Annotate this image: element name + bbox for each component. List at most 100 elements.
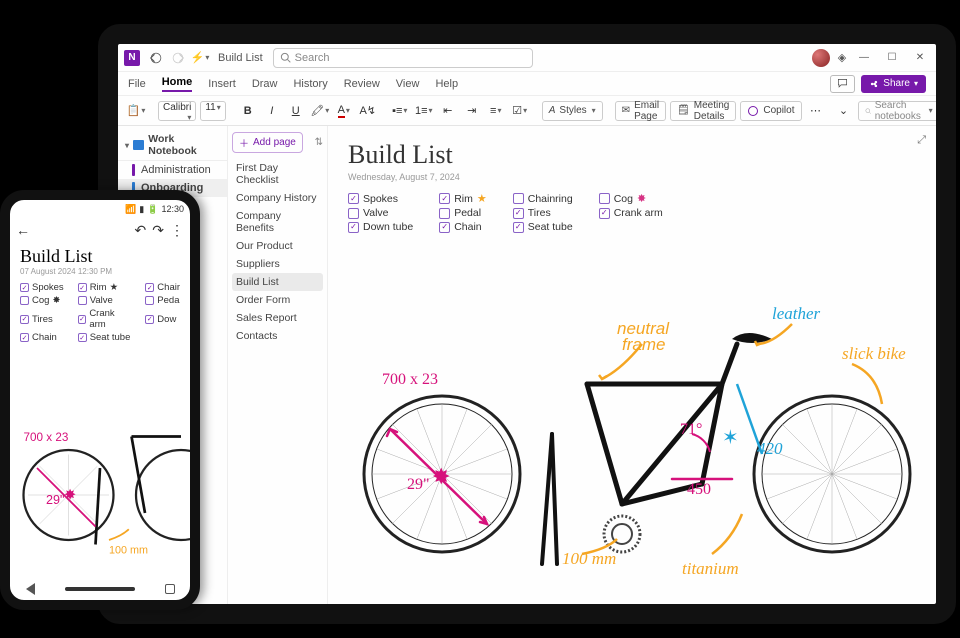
page-item[interactable]: Contacts xyxy=(232,327,323,345)
check-item[interactable]: Chain xyxy=(439,221,487,233)
expand-icon[interactable]: ⤢ xyxy=(917,134,926,147)
checkbox-icon[interactable] xyxy=(78,296,87,305)
checkbox-icon[interactable] xyxy=(599,208,610,219)
font-color-button[interactable]: A▾ xyxy=(334,101,354,121)
check-item[interactable]: Seat tube xyxy=(513,221,573,233)
styles-button[interactable]: AStyles▾ xyxy=(542,101,603,121)
check-item[interactable]: Rim★ xyxy=(78,282,132,293)
check-item[interactable]: Valve xyxy=(348,207,413,219)
checkbox-icon[interactable] xyxy=(348,222,359,233)
menu-home[interactable]: Home xyxy=(162,76,193,92)
checkbox-icon[interactable] xyxy=(513,208,524,219)
checkbox-icon[interactable] xyxy=(599,193,610,204)
checkbox-icon[interactable] xyxy=(439,208,450,219)
checkbox-icon[interactable] xyxy=(439,222,450,233)
nav-recent-icon[interactable] xyxy=(165,584,175,594)
checkbox-icon[interactable] xyxy=(348,208,359,219)
meeting-details-button[interactable]: 🗒 Meeting Details xyxy=(670,101,736,121)
diamond-icon[interactable]: ◈ xyxy=(834,50,850,66)
checkbox-icon[interactable] xyxy=(20,333,29,342)
page-item[interactable]: First Day Checklist xyxy=(232,159,323,189)
overflow-button[interactable]: ⋯ xyxy=(806,101,826,121)
checkbox-icon[interactable] xyxy=(20,315,29,324)
email-page-button[interactable]: ✉ Email Page xyxy=(615,101,666,121)
checkbox-icon[interactable] xyxy=(439,193,450,204)
page-item[interactable]: Our Product xyxy=(232,237,323,255)
checkbox-icon[interactable] xyxy=(78,283,87,292)
check-item[interactable]: Spokes xyxy=(20,282,64,293)
checkbox-icon[interactable] xyxy=(20,283,29,292)
check-item[interactable]: Dow xyxy=(145,308,180,330)
page-item[interactable]: Sales Report xyxy=(232,309,323,327)
check-item[interactable]: Seat tube xyxy=(78,332,132,343)
check-item[interactable]: Cog✸ xyxy=(20,295,64,306)
highlight-button[interactable]: 🖍▾ xyxy=(310,101,330,121)
search-notebooks[interactable]: Search notebooks ▾ xyxy=(858,101,940,121)
menu-review[interactable]: Review xyxy=(344,78,380,90)
minimize-button[interactable]: — xyxy=(850,44,878,71)
check-item[interactable]: Valve xyxy=(78,295,132,306)
menu-history[interactable]: History xyxy=(293,78,327,90)
search-box[interactable]: Search xyxy=(273,48,533,68)
size-combo[interactable]: 11▾ xyxy=(200,101,225,121)
checkbox-icon[interactable] xyxy=(78,333,87,342)
page-canvas[interactable]: ⤢ Build List Wednesday, August 7, 2024 S… xyxy=(328,126,936,604)
undo-icon[interactable]: ↶ xyxy=(135,222,147,239)
forward-icon[interactable] xyxy=(170,50,186,66)
clear-format-button[interactable]: A↯ xyxy=(358,101,378,121)
page-item[interactable]: Company Benefits xyxy=(232,207,323,237)
check-item[interactable]: Cog✸ xyxy=(599,192,663,205)
page-item[interactable]: Suppliers xyxy=(232,255,323,273)
share-button[interactable]: Share ▾ xyxy=(861,75,926,93)
checkbox-icon[interactable] xyxy=(513,193,524,204)
checkbox-icon[interactable] xyxy=(145,296,154,305)
menu-file[interactable]: File xyxy=(128,78,146,90)
underline-button[interactable]: U xyxy=(286,101,306,121)
bold-button[interactable]: B xyxy=(238,101,258,121)
redo-icon[interactable]: ↷ xyxy=(152,222,164,239)
font-combo[interactable]: Calibri▾ xyxy=(158,101,196,121)
menu-draw[interactable]: Draw xyxy=(252,78,278,90)
nav-back-icon[interactable] xyxy=(26,583,35,595)
check-item[interactable]: Down tube xyxy=(348,221,413,233)
indent-button[interactable]: ⇥ xyxy=(462,101,482,121)
outdent-button[interactable]: ⇤ xyxy=(438,101,458,121)
checkbox-icon[interactable] xyxy=(78,315,87,324)
check-item[interactable]: Rim★ xyxy=(439,192,487,205)
bullets-button[interactable]: ▪≡▾ xyxy=(390,101,410,121)
paste-button[interactable]: 📋▾ xyxy=(126,101,146,121)
comments-button[interactable] xyxy=(830,75,855,93)
menu-view[interactable]: View xyxy=(396,78,420,90)
tag-button[interactable]: ☑▾ xyxy=(510,101,530,121)
check-item[interactable]: Chainring xyxy=(513,192,573,205)
page-item[interactable]: Order Form xyxy=(232,291,323,309)
maximize-button[interactable]: ☐ xyxy=(878,44,906,71)
numbering-button[interactable]: 1≡▾ xyxy=(414,101,434,121)
checkbox-icon[interactable] xyxy=(348,193,359,204)
add-page-button[interactable]: ＋ Add page xyxy=(232,132,303,153)
checkbox-icon[interactable] xyxy=(513,222,524,233)
menu-insert[interactable]: Insert xyxy=(208,78,236,90)
close-button[interactable]: ✕ xyxy=(906,44,934,71)
menu-help[interactable]: Help xyxy=(435,78,458,90)
check-item[interactable]: Chain xyxy=(20,332,64,343)
align-button[interactable]: ≡▾ xyxy=(486,101,506,121)
overflow-icon[interactable]: ⋮ xyxy=(170,222,184,239)
check-item[interactable]: Pedal xyxy=(439,207,487,219)
copilot-button[interactable]: Copilot xyxy=(740,101,801,121)
avatar[interactable] xyxy=(812,49,830,67)
check-item[interactable]: Peda xyxy=(145,295,180,306)
section-item[interactable]: Administration xyxy=(118,161,227,179)
check-item[interactable]: Tires xyxy=(513,207,573,219)
checkbox-icon[interactable] xyxy=(145,315,154,324)
check-item[interactable]: Crank arm xyxy=(599,207,663,219)
checkbox-icon[interactable] xyxy=(145,283,154,292)
collapse-ribbon-icon[interactable]: ⌄ xyxy=(834,101,854,121)
page-item[interactable]: Build List xyxy=(232,273,323,291)
customize-qat-icon[interactable]: ⚡▾ xyxy=(192,50,208,66)
nav-home-icon[interactable] xyxy=(65,587,135,591)
back-icon[interactable] xyxy=(148,50,164,66)
back-icon[interactable]: ← xyxy=(16,222,30,238)
check-item[interactable]: Spokes xyxy=(348,192,413,205)
checkbox-icon[interactable] xyxy=(20,296,29,305)
